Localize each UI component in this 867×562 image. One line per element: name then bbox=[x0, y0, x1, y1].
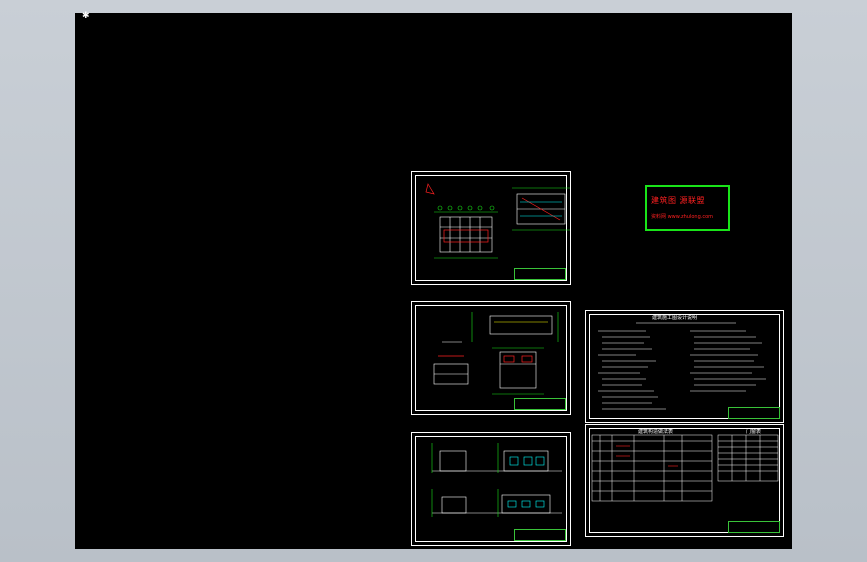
stamp-line-1: 建筑图 源联盟 bbox=[651, 196, 706, 205]
schedule-table-grid bbox=[591, 434, 779, 502]
title-block bbox=[728, 407, 780, 419]
schedule-sheet[interactable]: 建筑构造做法表 门窗表 bbox=[585, 424, 784, 537]
elevation-sheet[interactable] bbox=[411, 432, 571, 546]
design-notes-sheet[interactable]: 建筑施工图设计说明 bbox=[585, 310, 784, 423]
title-block bbox=[728, 521, 780, 533]
watermark-stamp: 建筑图 源联盟 资料网 www.zhulong.com bbox=[645, 185, 730, 231]
section-sheet[interactable] bbox=[411, 301, 571, 415]
floor-plan-sheet[interactable] bbox=[411, 171, 571, 285]
title-block bbox=[514, 529, 566, 541]
notes-text-lines bbox=[598, 322, 766, 410]
title-block bbox=[514, 268, 566, 280]
title-block bbox=[514, 398, 566, 410]
ucs-icon: ✱ bbox=[82, 11, 90, 21]
stamp-line-2: 资料网 www.zhulong.com bbox=[651, 214, 714, 220]
